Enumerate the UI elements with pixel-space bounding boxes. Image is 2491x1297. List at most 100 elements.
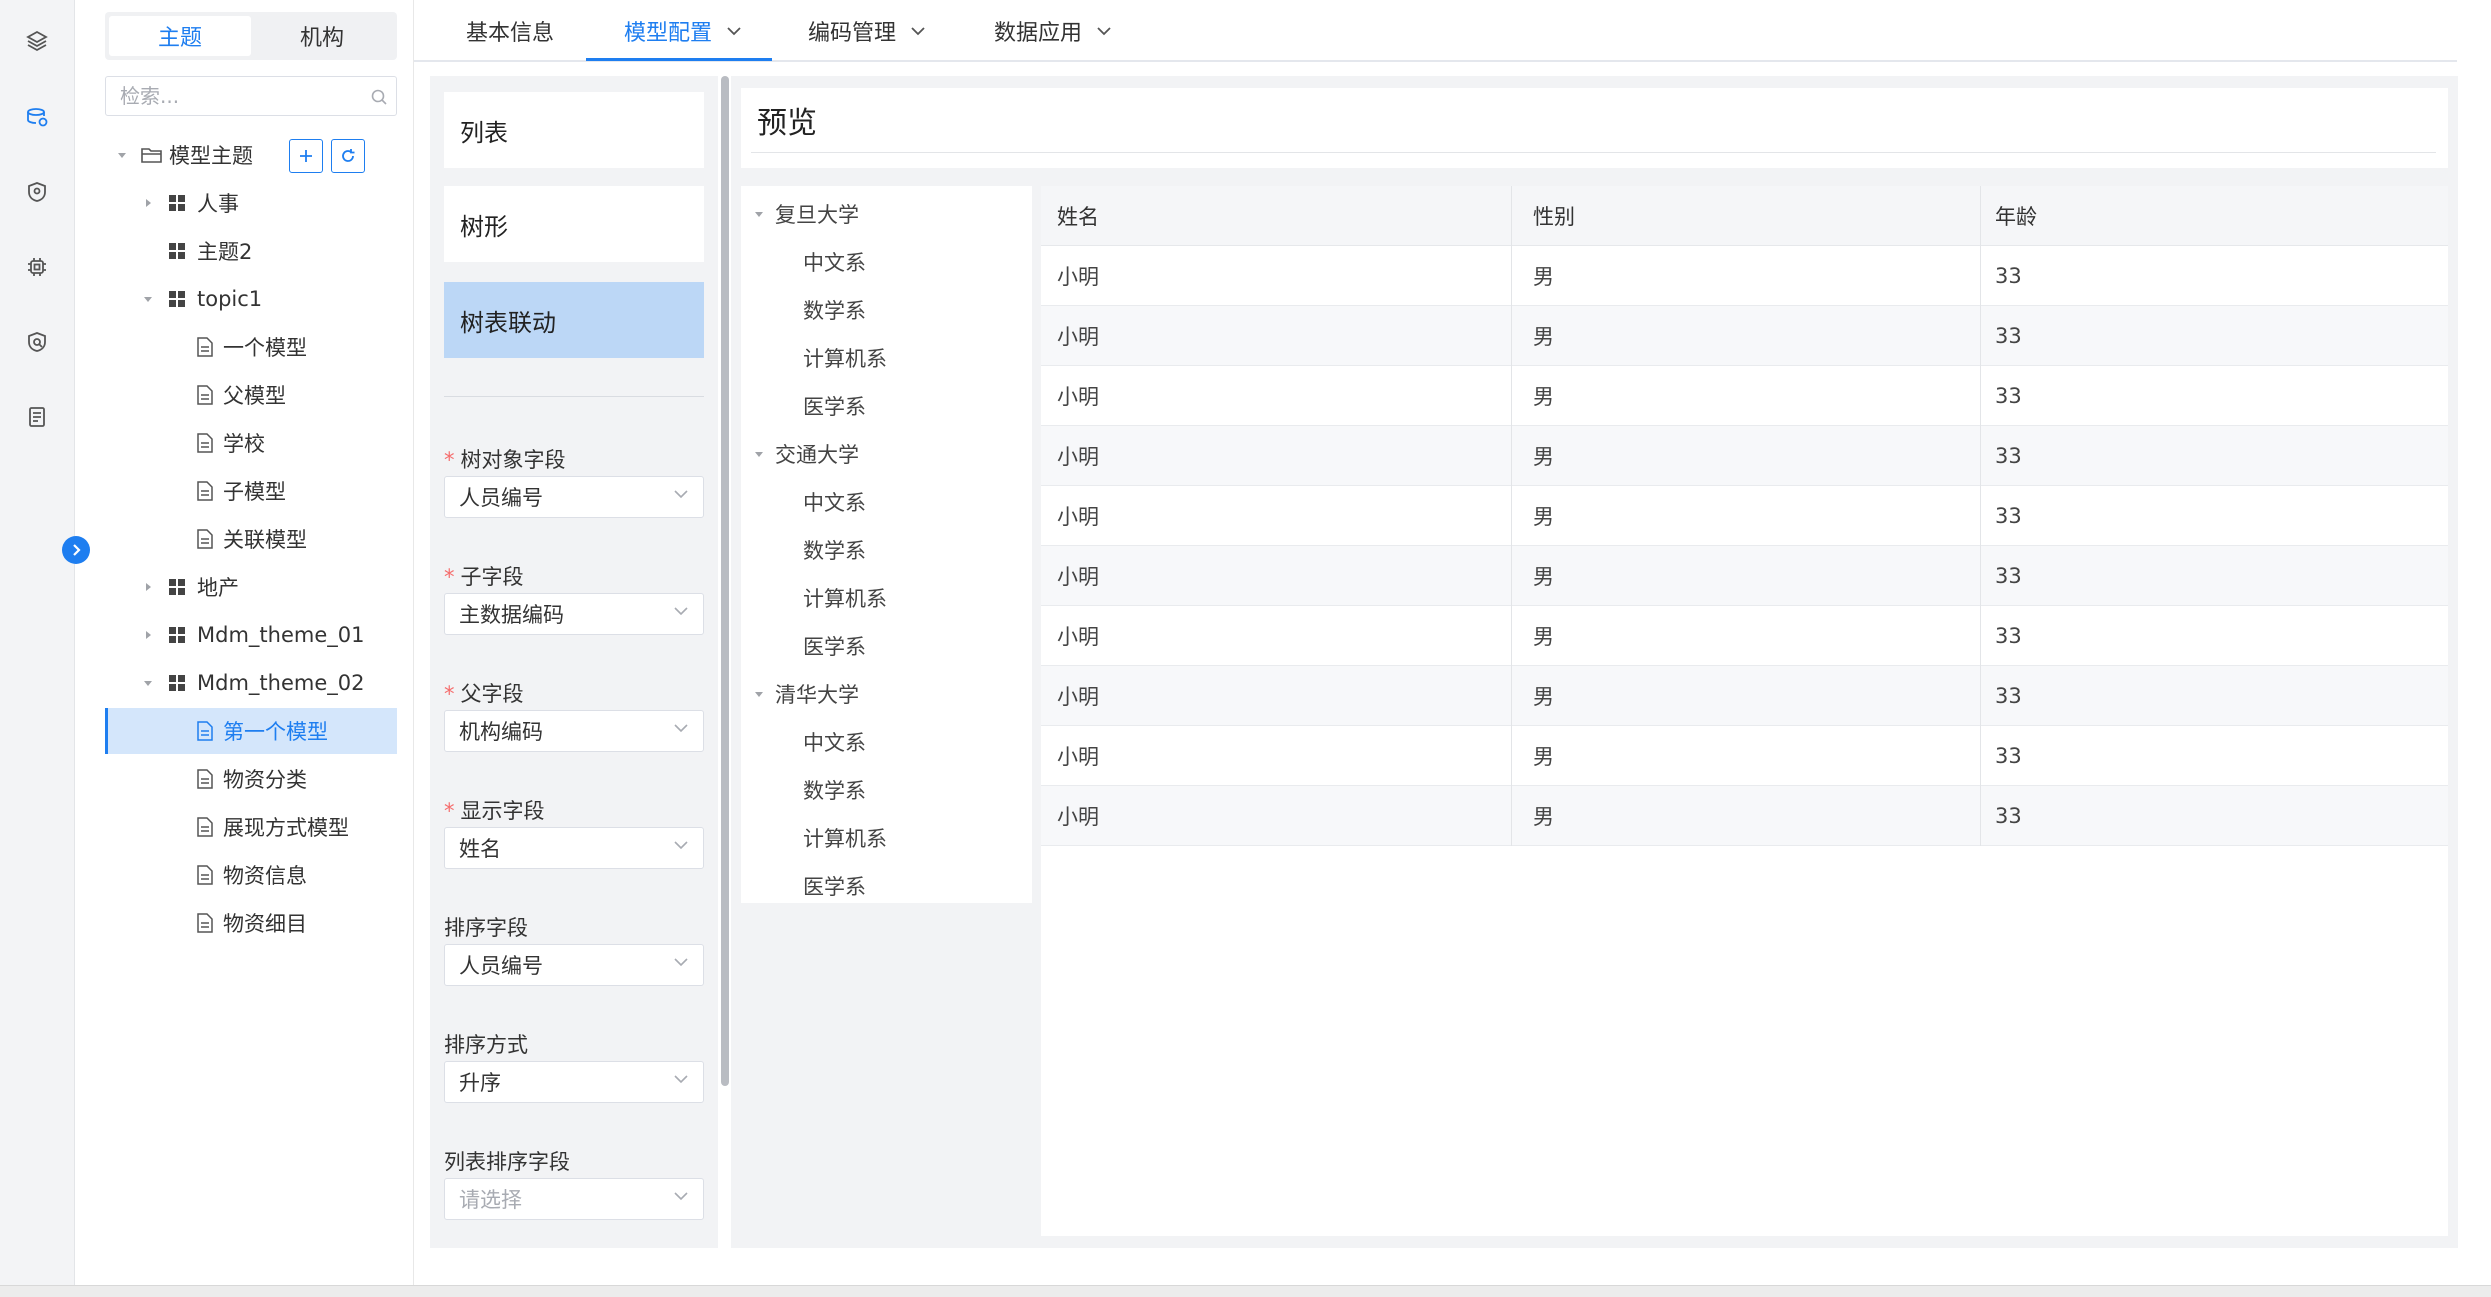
- file-icon: [197, 817, 213, 837]
- caret-right-icon[interactable]: [141, 196, 155, 210]
- chevron-right-icon: [73, 544, 81, 556]
- chevron-down-icon: [1096, 26, 1112, 36]
- preview-tree-leaf[interactable]: 医学系: [803, 866, 866, 906]
- tree-node-model[interactable]: 学校: [105, 420, 397, 466]
- preview-tree-node[interactable]: 交通大学: [753, 434, 859, 474]
- file-icon: [197, 529, 213, 549]
- preview-tree-leaf[interactable]: 中文系: [803, 242, 866, 282]
- preview-tree-leaf[interactable]: 数学系: [803, 290, 866, 330]
- tree-node-model[interactable]: 子模型: [105, 468, 397, 514]
- table-row[interactable]: 小明 男 33: [1041, 726, 2448, 786]
- preview-tree-leaf[interactable]: 计算机系: [803, 338, 887, 378]
- tree-node-model[interactable]: 物资信息: [105, 852, 397, 898]
- tree-node-root[interactable]: 模型主题: [105, 132, 397, 178]
- search-input[interactable]: [106, 77, 356, 115]
- display-field-select[interactable]: 姓名: [444, 827, 704, 869]
- tree-node-model[interactable]: 一个模型: [105, 324, 397, 370]
- tab-code-management[interactable]: 编码管理: [808, 0, 926, 62]
- tab-model-config[interactable]: 模型配置: [624, 0, 742, 62]
- tab-basic-info[interactable]: 基本信息: [466, 0, 554, 62]
- tree-node-theme[interactable]: 地产: [105, 564, 397, 610]
- tree-object-select[interactable]: 人员编号: [444, 476, 704, 518]
- table-row[interactable]: 小明 男 33: [1041, 426, 2448, 486]
- tree-label: 展现方式模型: [223, 816, 349, 840]
- chevron-down-icon: [673, 606, 689, 616]
- table-row[interactable]: 小明 男 33: [1041, 546, 2448, 606]
- table-cell: 男: [1533, 685, 1554, 709]
- chevron-down-icon: [673, 840, 689, 850]
- database-icon[interactable]: [22, 102, 52, 132]
- tree-label: Mdm_theme_02: [197, 671, 365, 695]
- table-row[interactable]: 小明 男 33: [1041, 306, 2448, 366]
- column-divider: [1511, 606, 1512, 666]
- table-cell: 男: [1533, 385, 1554, 409]
- add-theme-button[interactable]: [289, 139, 323, 173]
- sort-order-select[interactable]: 升序: [444, 1061, 704, 1103]
- layers-icon[interactable]: [22, 26, 52, 56]
- icon-rail: [0, 0, 75, 1285]
- caret-down-icon[interactable]: [115, 148, 129, 162]
- tree-label: 地产: [197, 576, 239, 600]
- chip-icon[interactable]: [22, 252, 52, 282]
- preview-tree-node[interactable]: 复旦大学: [753, 194, 859, 234]
- parent-field-select[interactable]: 机构编码: [444, 710, 704, 752]
- preview-tree-leaf[interactable]: 医学系: [803, 626, 866, 666]
- tree-node-model[interactable]: 父模型: [105, 372, 397, 418]
- table-row[interactable]: 小明 男 33: [1041, 786, 2448, 846]
- table-row[interactable]: 小明 男 33: [1041, 366, 2448, 426]
- table-row[interactable]: 小明 男 33: [1041, 606, 2448, 666]
- preview-tree-node[interactable]: 清华大学: [753, 674, 859, 714]
- table-cell: 男: [1533, 265, 1554, 289]
- preview-tree-leaf[interactable]: 计算机系: [803, 818, 887, 858]
- column-divider: [1511, 246, 1512, 306]
- preview-tree-leaf[interactable]: 医学系: [803, 386, 866, 426]
- preview-tree-leaf[interactable]: 计算机系: [803, 578, 887, 618]
- tree-node-model[interactable]: 物资细目: [105, 900, 397, 946]
- column-header-name: 姓名: [1057, 205, 1099, 229]
- tree-node-model[interactable]: 物资分类: [105, 756, 397, 802]
- table-cell: 33: [1995, 804, 2022, 828]
- refresh-button[interactable]: [331, 139, 365, 173]
- document-icon[interactable]: [22, 402, 52, 432]
- caret-down-icon[interactable]: [141, 292, 155, 306]
- tab-organization[interactable]: 机构: [251, 16, 393, 56]
- tree-node-theme[interactable]: Mdm_theme_02: [105, 660, 397, 706]
- table-row[interactable]: 小明 男 33: [1041, 486, 2448, 546]
- security-icon[interactable]: [22, 327, 52, 357]
- tab-theme[interactable]: 主题: [109, 16, 251, 56]
- preview-tree-leaf[interactable]: 数学系: [803, 770, 866, 810]
- caret-right-icon[interactable]: [141, 580, 155, 594]
- field-label-child: * 子字段: [444, 565, 524, 589]
- preview-tree-leaf[interactable]: 中文系: [803, 722, 866, 762]
- file-icon: [197, 769, 213, 789]
- table-row[interactable]: 小明 男 33: [1041, 246, 2448, 306]
- chevron-down-icon: [673, 957, 689, 967]
- caret-right-icon[interactable]: [141, 628, 155, 642]
- shield-icon[interactable]: [22, 177, 52, 207]
- preview-tree-leaf[interactable]: 中文系: [803, 482, 866, 522]
- tree-node-theme[interactable]: 人事: [105, 180, 397, 226]
- field-label-parent: * 父字段: [444, 682, 524, 706]
- column-divider: [1980, 726, 1981, 786]
- type-tree-table-card[interactable]: 树表联动: [444, 282, 704, 358]
- sort-field-select[interactable]: 人员编号: [444, 944, 704, 986]
- child-field-select[interactable]: 主数据编码: [444, 593, 704, 635]
- tree-node-theme[interactable]: 主题2: [105, 228, 397, 274]
- tree-node-model-selected[interactable]: 第一个模型: [105, 708, 397, 754]
- tree-node-theme[interactable]: Mdm_theme_01: [105, 612, 397, 658]
- list-sort-field-select[interactable]: 请选择: [444, 1178, 704, 1220]
- tab-label: 数据应用: [994, 21, 1083, 46]
- expand-rail-button[interactable]: [62, 536, 90, 564]
- search-icon[interactable]: [370, 87, 388, 112]
- config-scrollbar[interactable]: [721, 76, 729, 1086]
- type-tree-card[interactable]: 树形: [444, 186, 704, 262]
- search-box: [105, 76, 397, 116]
- tree-node-theme[interactable]: topic1: [105, 276, 397, 322]
- type-list-card[interactable]: 列表: [444, 92, 704, 168]
- table-row[interactable]: 小明 男 33: [1041, 666, 2448, 726]
- tree-node-model[interactable]: 关联模型: [105, 516, 397, 562]
- tab-data-application[interactable]: 数据应用: [994, 0, 1112, 62]
- caret-down-icon[interactable]: [141, 676, 155, 690]
- tree-node-model[interactable]: 展现方式模型: [105, 804, 397, 850]
- preview-tree-leaf[interactable]: 数学系: [803, 530, 866, 570]
